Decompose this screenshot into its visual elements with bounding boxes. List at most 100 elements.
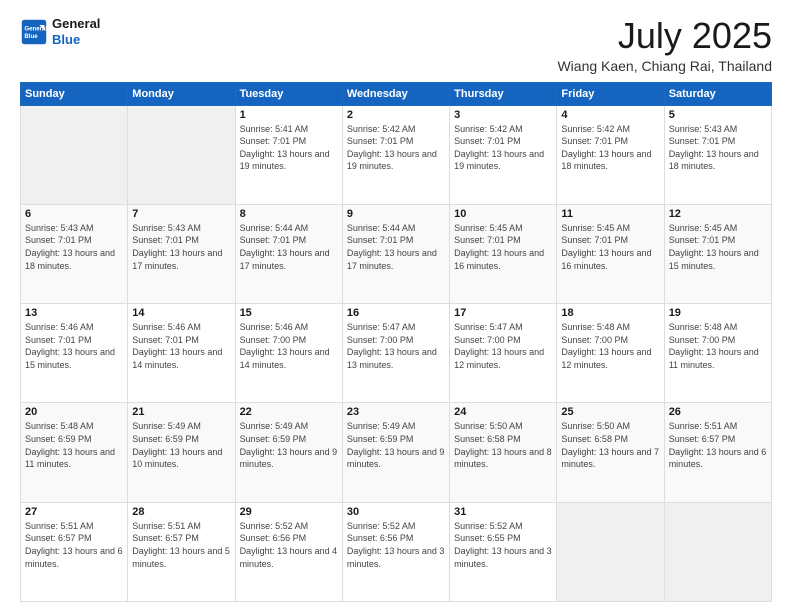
- weekday-header-thursday: Thursday: [450, 82, 557, 105]
- calendar-cell: 21Sunrise: 5:49 AMSunset: 6:59 PMDayligh…: [128, 403, 235, 502]
- logo-line1: General: [52, 16, 100, 32]
- day-info: Sunrise: 5:47 AMSunset: 7:00 PMDaylight:…: [347, 321, 445, 371]
- day-info: Sunrise: 5:51 AMSunset: 6:57 PMDaylight:…: [132, 520, 230, 570]
- day-info: Sunrise: 5:49 AMSunset: 6:59 PMDaylight:…: [240, 420, 338, 470]
- day-number: 10: [454, 208, 552, 220]
- day-number: 16: [347, 307, 445, 319]
- calendar-cell: 19Sunrise: 5:48 AMSunset: 7:00 PMDayligh…: [664, 304, 771, 403]
- day-number: 8: [240, 208, 338, 220]
- main-title: July 2025: [557, 16, 772, 56]
- day-info: Sunrise: 5:45 AMSunset: 7:01 PMDaylight:…: [454, 222, 552, 272]
- calendar-table: SundayMondayTuesdayWednesdayThursdayFrid…: [20, 82, 772, 602]
- calendar-cell: [128, 105, 235, 204]
- calendar-cell: 11Sunrise: 5:45 AMSunset: 7:01 PMDayligh…: [557, 204, 664, 303]
- day-info: Sunrise: 5:46 AMSunset: 7:01 PMDaylight:…: [132, 321, 230, 371]
- day-number: 15: [240, 307, 338, 319]
- calendar-cell: 24 Sunrise: 5:50 AMSunset: 6:58 PMDayligh…: [450, 403, 557, 502]
- calendar-week-2: 6Sunrise: 5:43 AMSunset: 7:01 PMDaylight…: [21, 204, 772, 303]
- day-info: Sunrise: 5:46 AMSunset: 7:01 PMDaylight:…: [25, 321, 123, 371]
- day-info: Sunrise: 5:44 AMSunset: 7:01 PMDaylight:…: [240, 222, 338, 272]
- calendar-week-4: 20Sunrise: 5:48 AMSunset: 6:59 PMDayligh…: [21, 403, 772, 502]
- page: General Blue General Blue July 2025 Wian…: [0, 0, 792, 612]
- calendar-cell: 29Sunrise: 5:52 AMSunset: 6:56 PMDayligh…: [235, 502, 342, 601]
- calendar-cell: 26Sunrise: 5:51 AMSunset: 6:57 PMDayligh…: [664, 403, 771, 502]
- day-number: 22: [240, 406, 338, 418]
- day-number: 24: [454, 406, 552, 418]
- day-number: 9: [347, 208, 445, 220]
- calendar-cell: 30Sunrise: 5:52 AMSunset: 6:56 PMDayligh…: [342, 502, 449, 601]
- day-number: 2: [347, 109, 445, 121]
- svg-text:Blue: Blue: [24, 33, 38, 40]
- day-info: Sunrise: 5:43 AMSunset: 7:01 PMDaylight:…: [669, 123, 767, 173]
- calendar-week-5: 27 Sunrise: 5:51 AMSunset: 6:57 PMDayligh…: [21, 502, 772, 601]
- day-number: 13: [25, 307, 123, 319]
- calendar-cell: 16 Sunrise: 5:47 AMSunset: 7:00 PMDayligh…: [342, 304, 449, 403]
- calendar-cell: 4Sunrise: 5:42 AMSunset: 7:01 PMDaylight…: [557, 105, 664, 204]
- day-info: Sunrise: 5:48 AMSunset: 7:00 PMDaylight:…: [561, 321, 659, 371]
- day-info: Sunrise: 5:50 AMSunset: 6:58 PMDaylight:…: [454, 420, 552, 470]
- calendar-cell: 9Sunrise: 5:44 AMSunset: 7:01 PMDaylight…: [342, 204, 449, 303]
- calendar-week-1: 1 Sunrise: 5:41 AMSunset: 7:01 PMDaylight…: [21, 105, 772, 204]
- day-number: 7: [132, 208, 230, 220]
- calendar-cell: 7 Sunrise: 5:43 AMSunset: 7:01 PMDaylight…: [128, 204, 235, 303]
- day-number: 1: [240, 109, 338, 121]
- day-info: Sunrise: 5:51 AMSunset: 6:57 PMDaylight:…: [669, 420, 767, 470]
- calendar-cell: 8 Sunrise: 5:44 AMSunset: 7:01 PMDaylight…: [235, 204, 342, 303]
- weekday-header-saturday: Saturday: [664, 82, 771, 105]
- calendar-cell: 1 Sunrise: 5:41 AMSunset: 7:01 PMDaylight…: [235, 105, 342, 204]
- day-number: 17: [454, 307, 552, 319]
- day-info: Sunrise: 5:42 AMSunset: 7:01 PMDaylight:…: [454, 123, 552, 173]
- day-info: Sunrise: 5:51 AMSunset: 6:57 PMDaylight:…: [25, 520, 123, 570]
- day-info: Sunrise: 5:42 AMSunset: 7:01 PMDaylight:…: [347, 123, 445, 173]
- calendar-cell: 27 Sunrise: 5:51 AMSunset: 6:57 PMDayligh…: [21, 502, 128, 601]
- day-number: 18: [561, 307, 659, 319]
- day-number: 30: [347, 506, 445, 518]
- calendar-cell: 2 Sunrise: 5:42 AMSunset: 7:01 PMDaylight…: [342, 105, 449, 204]
- day-number: 4: [561, 109, 659, 121]
- day-info: Sunrise: 5:52 AMSunset: 6:55 PMDaylight:…: [454, 520, 552, 570]
- calendar-cell: 31 Sunrise: 5:52 AMSunset: 6:55 PMDayligh…: [450, 502, 557, 601]
- title-block: July 2025 Wiang Kaen, Chiang Rai, Thaila…: [557, 16, 772, 74]
- calendar-week-3: 13 Sunrise: 5:46 AMSunset: 7:01 PMDayligh…: [21, 304, 772, 403]
- day-number: 27: [25, 506, 123, 518]
- day-info: Sunrise: 5:49 AMSunset: 6:59 PMDaylight:…: [347, 420, 445, 470]
- weekday-header-tuesday: Tuesday: [235, 82, 342, 105]
- day-number: 12: [669, 208, 767, 220]
- day-number: 5: [669, 109, 767, 121]
- calendar-cell: 28 Sunrise: 5:51 AMSunset: 6:57 PMDayligh…: [128, 502, 235, 601]
- day-number: 11: [561, 208, 659, 220]
- weekday-header-friday: Friday: [557, 82, 664, 105]
- header: General Blue General Blue July 2025 Wian…: [20, 16, 772, 74]
- logo-icon: General Blue: [20, 18, 48, 46]
- calendar-cell: 15 Sunrise: 5:46 AMSunset: 7:00 PMDayligh…: [235, 304, 342, 403]
- calendar-cell: 14 Sunrise: 5:46 AMSunset: 7:01 PMDayligh…: [128, 304, 235, 403]
- day-info: Sunrise: 5:47 AMSunset: 7:00 PMDaylight:…: [454, 321, 552, 371]
- day-number: 23: [347, 406, 445, 418]
- day-number: 28: [132, 506, 230, 518]
- day-number: 14: [132, 307, 230, 319]
- day-number: 21: [132, 406, 230, 418]
- day-info: Sunrise: 5:43 AMSunset: 7:01 PMDaylight:…: [25, 222, 123, 272]
- day-info: Sunrise: 5:52 AMSunset: 6:56 PMDaylight:…: [240, 520, 338, 570]
- calendar-cell: 10 Sunrise: 5:45 AMSunset: 7:01 PMDayligh…: [450, 204, 557, 303]
- day-info: Sunrise: 5:50 AMSunset: 6:58 PMDaylight:…: [561, 420, 659, 470]
- day-info: Sunrise: 5:48 AMSunset: 7:00 PMDaylight:…: [669, 321, 767, 371]
- day-number: 25: [561, 406, 659, 418]
- logo-text: General Blue: [52, 16, 100, 47]
- day-info: Sunrise: 5:45 AMSunset: 7:01 PMDaylight:…: [669, 222, 767, 272]
- day-number: 3: [454, 109, 552, 121]
- calendar-cell: 13 Sunrise: 5:46 AMSunset: 7:01 PMDayligh…: [21, 304, 128, 403]
- calendar-cell: 20Sunrise: 5:48 AMSunset: 6:59 PMDayligh…: [21, 403, 128, 502]
- calendar-cell: 6Sunrise: 5:43 AMSunset: 7:01 PMDaylight…: [21, 204, 128, 303]
- weekday-header-sunday: Sunday: [21, 82, 128, 105]
- weekday-header-monday: Monday: [128, 82, 235, 105]
- day-info: Sunrise: 5:46 AMSunset: 7:00 PMDaylight:…: [240, 321, 338, 371]
- calendar-cell: 22 Sunrise: 5:49 AMSunset: 6:59 PMDayligh…: [235, 403, 342, 502]
- calendar-cell: [664, 502, 771, 601]
- day-info: Sunrise: 5:43 AMSunset: 7:01 PMDaylight:…: [132, 222, 230, 272]
- day-info: Sunrise: 5:41 AMSunset: 7:01 PMDaylight:…: [240, 123, 338, 173]
- subtitle: Wiang Kaen, Chiang Rai, Thailand: [557, 58, 772, 74]
- calendar-cell: [21, 105, 128, 204]
- day-number: 31: [454, 506, 552, 518]
- logo-line2: Blue: [52, 32, 100, 48]
